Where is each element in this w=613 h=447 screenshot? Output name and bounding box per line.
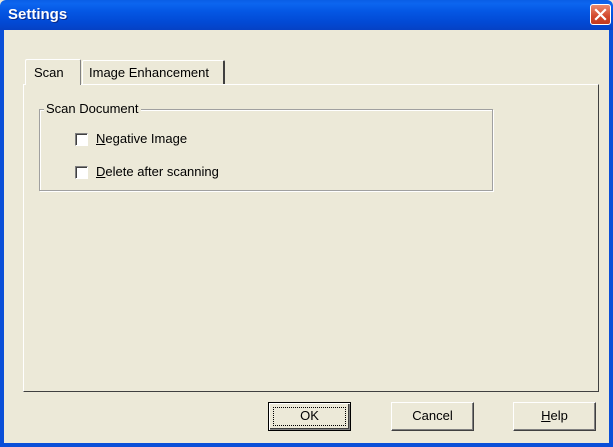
- delete-after-scanning-label[interactable]: Delete after scanning: [96, 164, 219, 179]
- window-frame-left: [0, 30, 4, 447]
- negative-image-checkbox[interactable]: [75, 133, 88, 146]
- negative-image-label-text: egative Image: [105, 131, 188, 146]
- window-frame-bottom: [0, 443, 613, 447]
- tab-scan-label: Scan: [34, 65, 64, 80]
- title-bar[interactable]: Settings: [0, 0, 613, 30]
- ok-focus-rect: [273, 407, 346, 426]
- ok-button[interactable]: OK: [268, 402, 351, 431]
- help-button-label: elp: [550, 408, 568, 423]
- help-button-mnemonic: H: [541, 408, 551, 423]
- negative-image-mnemonic: N: [96, 131, 106, 146]
- cancel-button[interactable]: Cancel: [391, 402, 474, 431]
- window-title: Settings: [8, 6, 68, 23]
- tab-image-enhancement[interactable]: Image Enhancement: [82, 60, 225, 84]
- cancel-button-label: Cancel: [412, 408, 453, 423]
- help-button[interactable]: Help: [513, 402, 596, 431]
- delete-after-scanning-mnemonic: D: [96, 164, 106, 179]
- tab-scan[interactable]: Scan: [25, 59, 81, 85]
- delete-after-scanning-label-text: elete after scanning: [105, 164, 219, 179]
- close-icon: [594, 8, 607, 21]
- scan-document-group-label: Scan Document: [44, 101, 141, 116]
- window-frame-right: [609, 30, 613, 447]
- negative-image-label[interactable]: Negative Image: [96, 131, 187, 146]
- delete-after-scanning-checkbox[interactable]: [75, 166, 88, 179]
- tab-image-enhancement-label: Image Enhancement: [89, 65, 209, 80]
- close-button[interactable]: [590, 4, 611, 25]
